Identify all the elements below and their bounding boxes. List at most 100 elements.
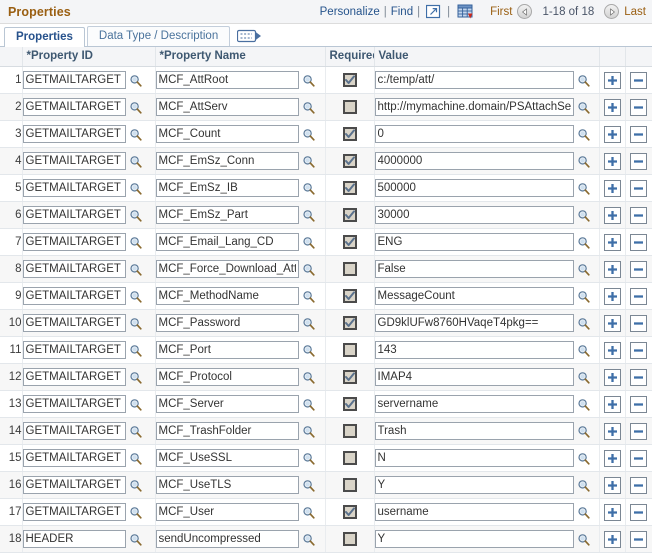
value-input[interactable] [375, 287, 574, 305]
delete-row-minus-icon[interactable] [630, 315, 647, 332]
delete-row-minus-icon[interactable] [630, 396, 647, 413]
lookup-magnifier-icon[interactable] [302, 182, 315, 195]
lookup-magnifier-icon[interactable] [129, 344, 142, 357]
lookup-magnifier-icon[interactable] [129, 371, 142, 384]
property-name-input[interactable] [156, 287, 299, 305]
add-row-plus-icon[interactable] [604, 261, 621, 278]
lookup-magnifier-icon[interactable] [129, 479, 142, 492]
required-checkbox[interactable] [343, 127, 357, 141]
property-name-input[interactable] [156, 503, 299, 521]
property-id-input[interactable] [23, 260, 126, 278]
lookup-magnifier-icon[interactable] [577, 506, 590, 519]
required-checkbox[interactable] [343, 181, 357, 195]
previous-page-arrow-icon[interactable] [517, 4, 532, 19]
add-row-plus-icon[interactable] [604, 477, 621, 494]
lookup-magnifier-icon[interactable] [577, 128, 590, 141]
delete-row-minus-icon[interactable] [630, 423, 647, 440]
lookup-magnifier-icon[interactable] [129, 398, 142, 411]
property-name-input[interactable] [156, 314, 299, 332]
lookup-magnifier-icon[interactable] [129, 506, 142, 519]
delete-row-minus-icon[interactable] [630, 477, 647, 494]
required-checkbox[interactable] [343, 316, 357, 330]
required-checkbox[interactable] [343, 532, 357, 546]
lookup-magnifier-icon[interactable] [577, 398, 590, 411]
property-name-input[interactable] [156, 395, 299, 413]
property-id-input[interactable] [23, 476, 126, 494]
property-id-input[interactable] [23, 71, 126, 89]
value-input[interactable] [375, 503, 574, 521]
lookup-magnifier-icon[interactable] [129, 452, 142, 465]
property-name-input[interactable] [156, 179, 299, 197]
value-input[interactable] [375, 206, 574, 224]
lookup-magnifier-icon[interactable] [129, 290, 142, 303]
lookup-magnifier-icon[interactable] [302, 236, 315, 249]
property-id-input[interactable] [23, 179, 126, 197]
add-row-plus-icon[interactable] [604, 207, 621, 224]
lookup-magnifier-icon[interactable] [129, 101, 142, 114]
property-name-input[interactable] [156, 476, 299, 494]
delete-row-minus-icon[interactable] [630, 288, 647, 305]
expand-window-icon[interactable] [426, 4, 441, 19]
required-checkbox[interactable] [343, 424, 357, 438]
lookup-magnifier-icon[interactable] [129, 317, 142, 330]
lookup-magnifier-icon[interactable] [302, 425, 315, 438]
lookup-magnifier-icon[interactable] [302, 155, 315, 168]
lookup-magnifier-icon[interactable] [129, 533, 142, 546]
property-id-input[interactable] [23, 125, 126, 143]
property-name-input[interactable] [156, 98, 299, 116]
lookup-magnifier-icon[interactable] [577, 479, 590, 492]
delete-row-minus-icon[interactable] [630, 72, 647, 89]
lookup-magnifier-icon[interactable] [302, 128, 315, 141]
lookup-magnifier-icon[interactable] [302, 101, 315, 114]
value-input[interactable] [375, 368, 574, 386]
value-input[interactable] [375, 422, 574, 440]
delete-row-minus-icon[interactable] [630, 261, 647, 278]
add-row-plus-icon[interactable] [604, 369, 621, 386]
add-row-plus-icon[interactable] [604, 504, 621, 521]
show-all-columns-icon[interactable] [237, 29, 263, 44]
add-row-plus-icon[interactable] [604, 126, 621, 143]
required-checkbox[interactable] [343, 343, 357, 357]
delete-row-minus-icon[interactable] [630, 369, 647, 386]
value-input[interactable] [375, 449, 574, 467]
lookup-magnifier-icon[interactable] [577, 209, 590, 222]
required-checkbox[interactable] [343, 478, 357, 492]
required-checkbox[interactable] [343, 505, 357, 519]
add-row-plus-icon[interactable] [604, 234, 621, 251]
delete-row-minus-icon[interactable] [630, 450, 647, 467]
lookup-magnifier-icon[interactable] [577, 101, 590, 114]
property-name-input[interactable] [156, 260, 299, 278]
delete-row-minus-icon[interactable] [630, 531, 647, 548]
find-link[interactable]: Find [391, 6, 413, 18]
lookup-magnifier-icon[interactable] [302, 479, 315, 492]
lookup-magnifier-icon[interactable] [129, 128, 142, 141]
lookup-magnifier-icon[interactable] [302, 506, 315, 519]
lookup-magnifier-icon[interactable] [577, 371, 590, 384]
property-id-input[interactable] [23, 98, 126, 116]
property-id-input[interactable] [23, 152, 126, 170]
value-input[interactable] [375, 476, 574, 494]
lookup-magnifier-icon[interactable] [577, 317, 590, 330]
add-row-plus-icon[interactable] [604, 450, 621, 467]
lookup-magnifier-icon[interactable] [302, 74, 315, 87]
lookup-magnifier-icon[interactable] [129, 74, 142, 87]
property-id-input[interactable] [23, 206, 126, 224]
required-checkbox[interactable] [343, 154, 357, 168]
property-id-input[interactable] [23, 422, 126, 440]
lookup-magnifier-icon[interactable] [129, 209, 142, 222]
add-row-plus-icon[interactable] [604, 423, 621, 440]
first-page-link[interactable]: First [490, 6, 512, 18]
personalize-link[interactable]: Personalize [320, 6, 380, 18]
lookup-magnifier-icon[interactable] [302, 290, 315, 303]
download-to-spreadsheet-icon[interactable] [457, 4, 474, 20]
lookup-magnifier-icon[interactable] [302, 263, 315, 276]
value-input[interactable] [375, 98, 574, 116]
lookup-magnifier-icon[interactable] [302, 533, 315, 546]
lookup-magnifier-icon[interactable] [577, 452, 590, 465]
required-checkbox[interactable] [343, 397, 357, 411]
add-row-plus-icon[interactable] [604, 531, 621, 548]
next-page-arrow-icon[interactable] [604, 4, 619, 19]
lookup-magnifier-icon[interactable] [302, 452, 315, 465]
lookup-magnifier-icon[interactable] [129, 182, 142, 195]
lookup-magnifier-icon[interactable] [577, 182, 590, 195]
